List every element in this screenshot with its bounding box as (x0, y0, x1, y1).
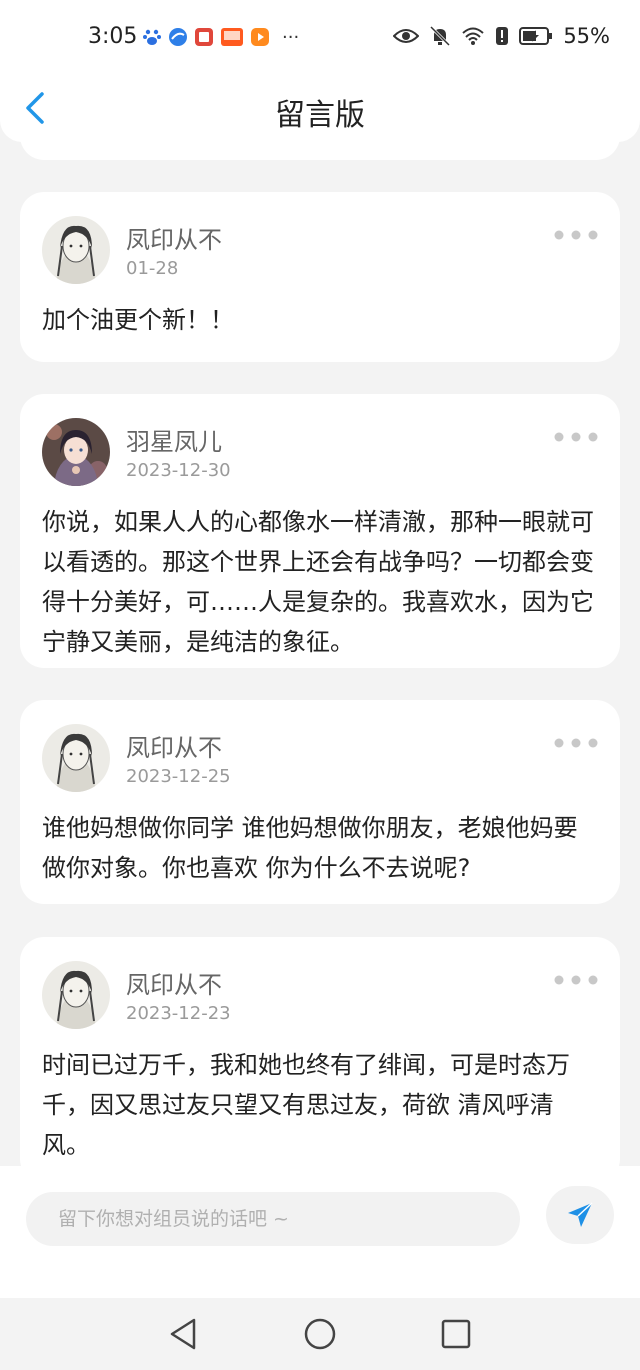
author-name: 凤印从不 (126, 971, 222, 999)
page-title: 留言版 (275, 98, 365, 133)
comment-date: 2023-12-30 (126, 460, 231, 481)
alert-icon (496, 27, 509, 45)
more-notifications: ··· (282, 26, 300, 48)
avatar[interactable] (42, 724, 110, 792)
mute-bell-icon (430, 25, 451, 47)
more-dots-icon[interactable] (554, 738, 598, 748)
comment-content: 你说，如果人人的心都像水一样清澈，那种一眼就可以看透的。那这个世界上还会有战争吗… (42, 508, 594, 656)
comment-card: 凤印从不 01-28 加个油更个新！！ (20, 192, 620, 362)
wifi-icon (462, 27, 484, 45)
battery-icon (519, 27, 553, 45)
app-header: 3:05 ··· 55% 留言版 (0, 0, 640, 142)
avatar[interactable] (42, 961, 110, 1029)
author-name: 凤印从不 (126, 734, 222, 762)
more-dots-icon[interactable] (554, 432, 598, 442)
eye-icon (393, 29, 420, 43)
comment-date: 2023-12-25 (126, 766, 231, 787)
more-dots-icon[interactable] (554, 975, 598, 985)
avatar[interactable] (42, 418, 110, 486)
comment-content: 时间已过万千，我和她也终有了绯闻，可是时态万千，因又思过友只望又有思过友，荷欲 … (42, 1051, 570, 1159)
comment-date: 01-28 (126, 258, 179, 279)
send-icon (568, 1202, 593, 1227)
author-name: 凤印从不 (126, 226, 222, 254)
message-input-bar (0, 1166, 640, 1298)
send-button[interactable] (546, 1186, 614, 1244)
baidu-icon (143, 29, 161, 45)
comment-content: 谁他妈想做你同学 谁他妈想做你朋友，老娘他妈要做你对象。你也喜欢 你为什么不去说… (42, 814, 578, 882)
video-icon (251, 28, 269, 46)
status-time: 3:05 (88, 24, 138, 49)
status-bar: 3:05 ··· 55% (0, 0, 640, 76)
taobao-icon (221, 28, 243, 46)
recents-square-icon[interactable] (438, 1316, 474, 1352)
browser-icon (169, 28, 187, 46)
message-input[interactable] (26, 1192, 520, 1246)
avatar[interactable] (42, 216, 110, 284)
comment-content: 加个油更个新！！ (42, 306, 234, 334)
author-name: 羽星凤儿 (126, 428, 222, 456)
comment-list[interactable]: 凤印从不 01-28 加个油更个新！！ 羽星凤儿 2023-12-30 你说，如 (0, 0, 640, 1166)
title-bar: 留言版 (0, 76, 640, 142)
system-nav-bar (0, 1298, 640, 1370)
comment-card: 羽星凤儿 2023-12-30 你说，如果人人的心都像水一样清澈，那种一眼就可以… (20, 394, 620, 668)
notification-icons: ··· (142, 26, 299, 48)
battery-percent: 55% (563, 24, 610, 48)
comment-date: 2023-12-23 (126, 1003, 231, 1024)
home-circle-icon[interactable] (302, 1316, 338, 1352)
status-indicators: 55% (393, 24, 610, 48)
books-icon (195, 28, 213, 46)
comment-card: 凤印从不 2023-12-23 时间已过万千，我和她也终有了绯闻，可是时态万千，… (20, 937, 620, 1166)
back-triangle-icon[interactable] (166, 1316, 202, 1352)
more-dots-icon[interactable] (554, 230, 598, 240)
comment-card: 凤印从不 2023-12-25 谁他妈想做你同学 谁他妈想做你朋友，老娘他妈要做… (20, 700, 620, 904)
